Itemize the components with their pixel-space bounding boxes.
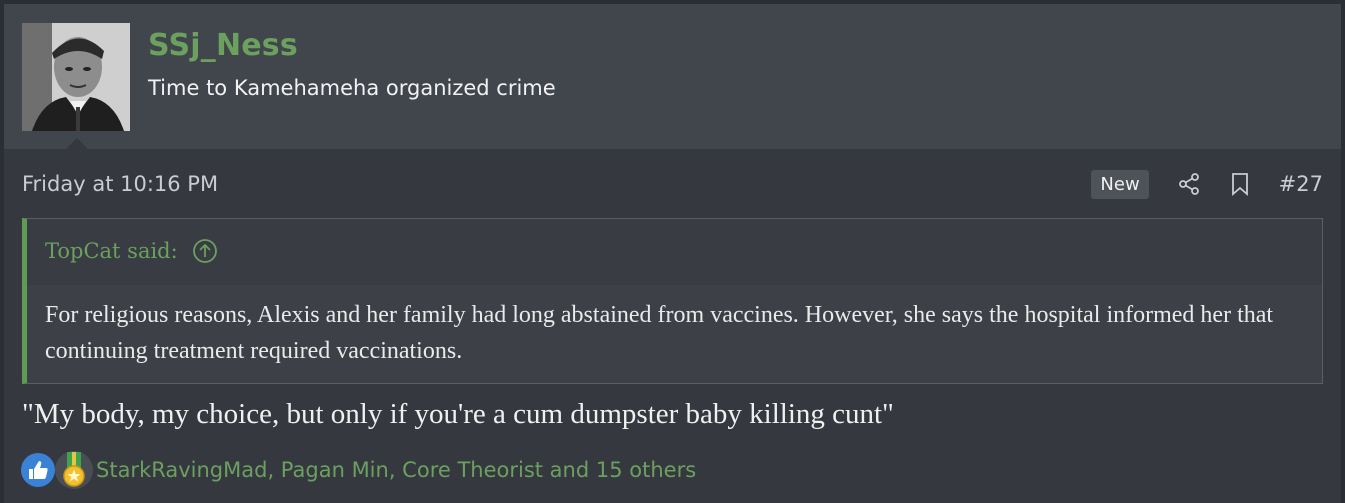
post-actions: New #27 (1091, 168, 1323, 200)
user-title: Time to Kamehameha organized crime (148, 76, 556, 100)
medal-icon[interactable] (54, 450, 94, 494)
quote-block: TopCat said: For religious reasons, Alex… (22, 218, 1323, 384)
quote-author-label[interactable]: TopCat said: (45, 239, 178, 263)
post-number[interactable]: #27 (1279, 172, 1323, 196)
reaction-icons[interactable] (20, 450, 94, 490)
username[interactable]: SSj_Ness (148, 28, 298, 63)
user-header: SSj_Ness Time to Kamehameha organized cr… (4, 4, 1341, 149)
message-body: "My body, my choice, but only if you're … (22, 398, 894, 430)
avatar[interactable] (22, 23, 130, 131)
reactors-list[interactable]: StarkRavingMad, Pagan Min, Core Theorist… (96, 458, 696, 482)
like-icon[interactable] (20, 452, 56, 492)
post: SSj_Ness Time to Kamehameha organized cr… (4, 4, 1341, 503)
quote-text: For religious reasons, Alexis and her fa… (45, 302, 1274, 364)
share-icon[interactable] (1177, 172, 1201, 196)
new-badge: New (1091, 169, 1149, 199)
post-date[interactable]: Friday at 10:16 PM (22, 172, 218, 196)
quote-author[interactable]: TopCat said: (45, 238, 218, 264)
quote-header: TopCat said: (27, 219, 1322, 285)
arrow-up-circle-icon[interactable] (192, 238, 218, 264)
avatar-caret (66, 138, 88, 149)
reactions-bar[interactable]: StarkRavingMad, Pagan Min, Core Theorist… (20, 450, 696, 490)
bookmark-icon[interactable] (1229, 172, 1251, 196)
